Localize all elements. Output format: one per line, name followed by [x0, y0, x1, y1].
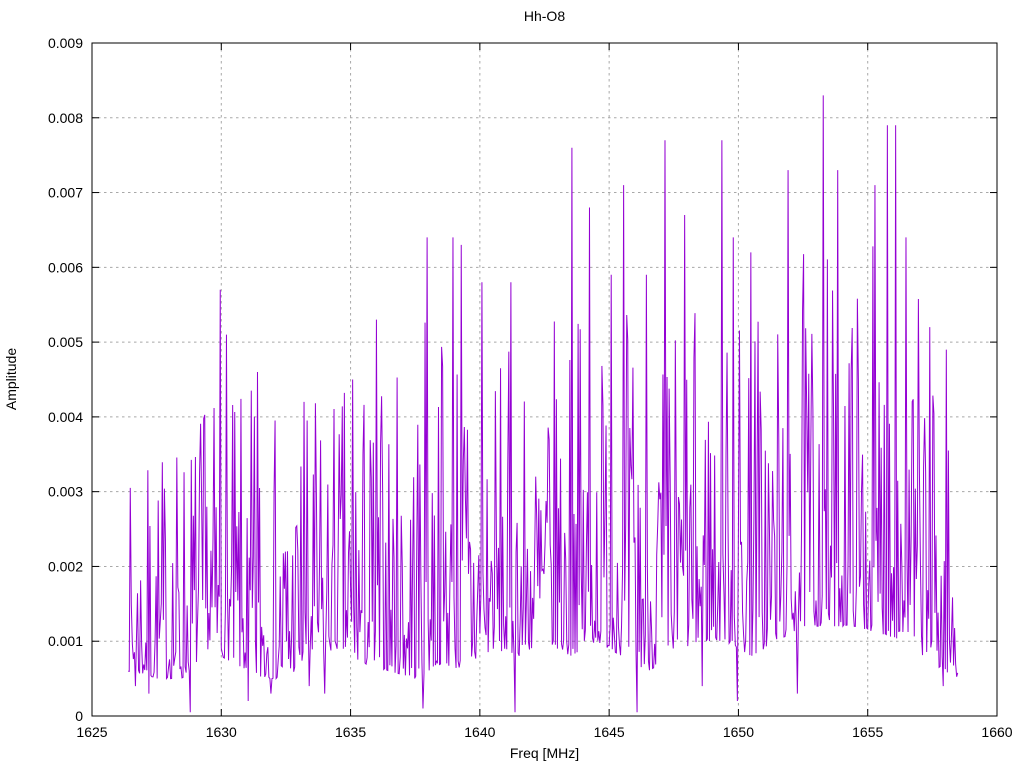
y-tick-label: 0.006: [48, 259, 83, 275]
y-tick-label: 0.005: [48, 334, 83, 350]
y-tick-label: 0.008: [48, 110, 83, 126]
y-tick-label: 0.001: [48, 633, 83, 649]
x-tick-label: 1660: [981, 724, 1012, 740]
spectrum-line: [128, 95, 959, 713]
y-tick-label: 0.009: [48, 35, 83, 51]
x-tick-label: 1650: [723, 724, 754, 740]
x-tick-label: 1645: [594, 724, 625, 740]
x-tick-label: 1640: [464, 724, 495, 740]
y-tick-label: 0.004: [48, 409, 83, 425]
x-tick-label: 1625: [76, 724, 107, 740]
y-tick-label: 0.002: [48, 558, 83, 574]
y-tick-label: 0.003: [48, 484, 83, 500]
x-tick-label: 1655: [852, 724, 883, 740]
chart-canvas: Hh-O8 Amplitude Freq [MHz] 1625 1630 1635 1…: [0, 0, 1024, 768]
plot-area: 1625 1630 1635 1640 1645 1650 1655 1660 0 0.001 0.…: [48, 35, 1013, 740]
y-tick-label: 0.007: [48, 185, 83, 201]
x-tick-label: 1635: [335, 724, 366, 740]
y-tick-label: 0: [75, 708, 83, 724]
x-tick-label: 1630: [206, 724, 237, 740]
